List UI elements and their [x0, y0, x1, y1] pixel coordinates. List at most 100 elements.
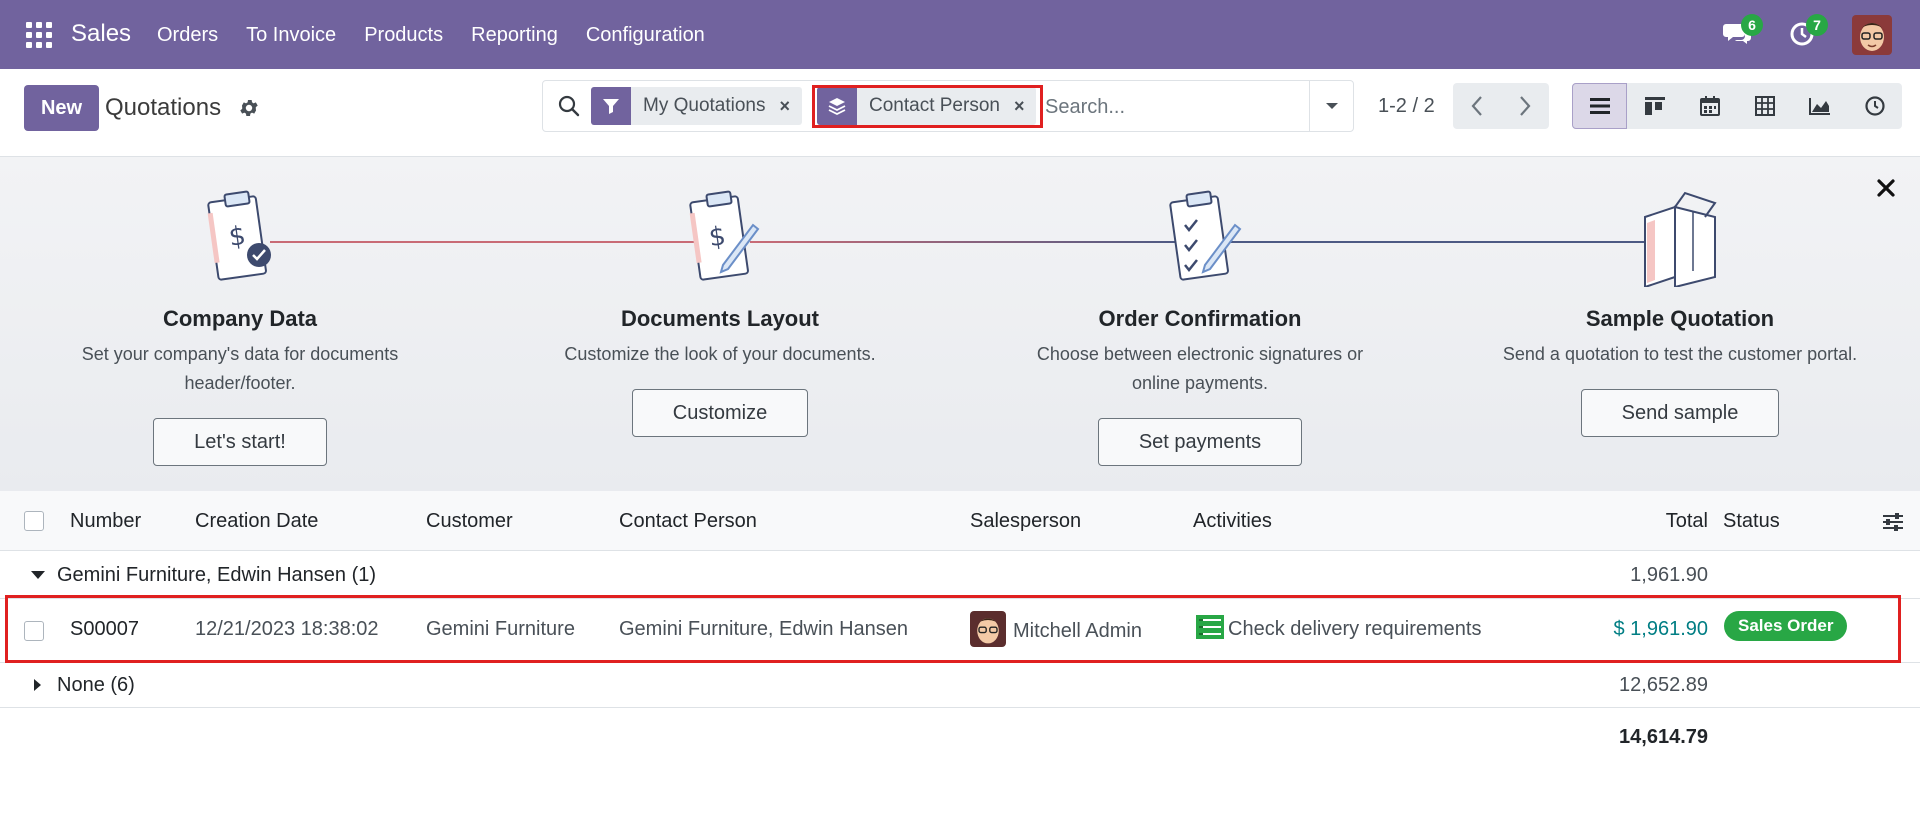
facet-contact-person: Contact Person ×	[817, 87, 1037, 125]
activity-view-button[interactable]	[1847, 83, 1902, 129]
onboarding-step-order-confirmation: Order Confirmation Choose between electr…	[1000, 187, 1400, 466]
onboarding-panel: $ Company Data Set your company's data f…	[0, 157, 1920, 491]
graph-view-button[interactable]	[1792, 83, 1847, 129]
menu-reporting[interactable]: Reporting	[471, 24, 558, 47]
activity-view-icon	[1864, 96, 1885, 116]
user-avatar[interactable]	[1852, 15, 1892, 55]
cell-contact-person: Gemini Furniture, Edwin Hansen	[619, 618, 909, 640]
remove-facet-button[interactable]: ×	[1014, 96, 1037, 117]
remove-facet-button[interactable]: ×	[780, 96, 803, 117]
pager-value[interactable]: 1-2 / 2	[1378, 95, 1435, 118]
avatar-icon	[1852, 15, 1892, 55]
page-title: Quotations	[105, 94, 222, 121]
onboarding-step-documents-layout: $ Documents Layout Customize the look of…	[520, 187, 920, 437]
onboarding-step-sample-quotation: Sample Quotation Send a quotation to tes…	[1480, 187, 1880, 437]
activities-button[interactable]: 7	[1788, 14, 1828, 48]
open-box-icon	[1644, 191, 1717, 289]
facet-my-quotations: My Quotations ×	[591, 87, 803, 125]
list-view-button[interactable]	[1572, 83, 1627, 129]
select-all-checkbox[interactable]	[24, 511, 44, 531]
salesperson-avatar[interactable]	[970, 611, 1006, 647]
control-panel: New Quotations My Quotations × Contact P…	[0, 69, 1920, 157]
column-number[interactable]: Number	[70, 510, 141, 533]
search-bar: My Quotations × Contact Person ×	[542, 80, 1354, 132]
cell-customer: Gemini Furniture	[426, 618, 575, 640]
menu-orders[interactable]: Orders	[157, 24, 218, 47]
step-title: Order Confirmation	[1098, 306, 1302, 331]
column-status[interactable]: Status	[1723, 510, 1780, 533]
clipboard-pen-icon: $	[689, 190, 760, 281]
status-badge: Sales Order	[1724, 611, 1848, 641]
avatar-icon	[970, 611, 1006, 647]
column-contact-person[interactable]: Contact Person	[619, 510, 757, 533]
new-button[interactable]: New	[24, 85, 99, 131]
kanban-view-icon	[1644, 97, 1665, 115]
pivot-view-icon	[1754, 96, 1775, 116]
step-title: Sample Quotation	[1585, 306, 1775, 331]
cell-number: S00007	[70, 618, 139, 640]
column-activities[interactable]: Activities	[1193, 510, 1272, 533]
group-row[interactable]: None (6) 12,652.89	[0, 663, 1920, 708]
calendar-view-button[interactable]	[1682, 83, 1737, 129]
clipboard-dollar-icon: $	[207, 190, 271, 281]
step-description: Set your company's data for documents he…	[81, 344, 399, 393]
messages-button[interactable]: 6	[1723, 14, 1763, 48]
cell-salesperson: Mitchell Admin	[1013, 620, 1142, 642]
group-label: Gemini Furniture, Edwin Hansen (1)	[57, 564, 377, 586]
facet-label: Contact Person	[869, 95, 1000, 116]
step-description: Choose between electronic signatures or …	[1036, 344, 1364, 393]
pivot-view-button[interactable]	[1737, 83, 1792, 129]
table-row[interactable]: S00007 12/21/2023 18:38:02 Gemini Furnit…	[0, 599, 1920, 663]
column-total[interactable]: Total	[1666, 510, 1708, 533]
list-view-icon	[1589, 98, 1610, 114]
menu-to-invoice[interactable]: To Invoice	[246, 24, 336, 47]
send-sample-button[interactable]: Send sample	[1580, 389, 1780, 437]
grand-total: 14,614.79	[1619, 726, 1708, 748]
optional-columns-icon[interactable]	[1881, 511, 1905, 533]
search-icon[interactable]	[557, 94, 581, 118]
caret-down-icon	[1325, 103, 1338, 109]
step-title: Documents Layout	[620, 306, 820, 331]
caret-right-icon	[34, 679, 41, 691]
onboarding-step-company-data: $ Company Data Set your company's data f…	[40, 187, 440, 466]
cell-total: $ 1,961.90	[1613, 618, 1708, 640]
chevron-right-icon	[1520, 96, 1531, 116]
column-creation-date[interactable]: Creation Date	[195, 510, 318, 533]
pager-previous-button[interactable]	[1453, 83, 1501, 129]
step-description: Send a quotation to test the customer po…	[1502, 344, 1858, 364]
menu-products[interactable]: Products	[364, 24, 443, 47]
app-menu-icon[interactable]	[26, 22, 52, 48]
cell-creation-date: 12/21/2023 18:38:02	[195, 618, 379, 640]
lets-start-button[interactable]: Let's start!	[153, 418, 327, 466]
list-header: Number Creation Date Customer Contact Pe…	[0, 491, 1920, 551]
messages-count-badge: 6	[1741, 14, 1763, 36]
cell-activity[interactable]: Check delivery requirements	[1228, 618, 1481, 641]
column-customer[interactable]: Customer	[426, 510, 513, 533]
menu-configuration[interactable]: Configuration	[586, 24, 705, 47]
customize-button[interactable]: Customize	[631, 389, 809, 437]
search-options-toggle[interactable]	[1309, 81, 1353, 131]
search-input[interactable]	[1045, 89, 1305, 125]
step-title: Company Data	[162, 306, 318, 331]
caret-down-icon	[31, 571, 45, 579]
gear-icon[interactable]	[238, 97, 260, 119]
view-switcher	[1572, 83, 1902, 129]
facet-label: My Quotations	[643, 95, 766, 116]
app-name[interactable]: Sales	[71, 20, 131, 48]
group-total: 12,652.89	[1619, 674, 1708, 696]
main-menu: Orders To Invoice Products Reporting Con…	[157, 24, 733, 47]
kanban-view-button[interactable]	[1627, 83, 1682, 129]
pager-next-button[interactable]	[1501, 83, 1549, 129]
todo-list-icon[interactable]	[1196, 615, 1224, 639]
graph-view-icon	[1808, 98, 1830, 115]
top-navbar: Sales Orders To Invoice Products Reporti…	[0, 0, 1920, 69]
column-salesperson[interactable]: Salesperson	[970, 510, 1081, 533]
group-label: None (6)	[57, 674, 135, 696]
group-row[interactable]: Gemini Furniture, Edwin Hansen (1) 1,961…	[0, 551, 1920, 599]
activities-count-badge: 7	[1806, 14, 1828, 36]
set-payments-button[interactable]: Set payments	[1097, 418, 1303, 466]
chevron-left-icon	[1471, 96, 1482, 116]
row-checkbox[interactable]	[24, 621, 44, 641]
step-description: Customize the look of your documents.	[564, 344, 876, 364]
clipboard-checklist-icon	[1169, 190, 1242, 281]
